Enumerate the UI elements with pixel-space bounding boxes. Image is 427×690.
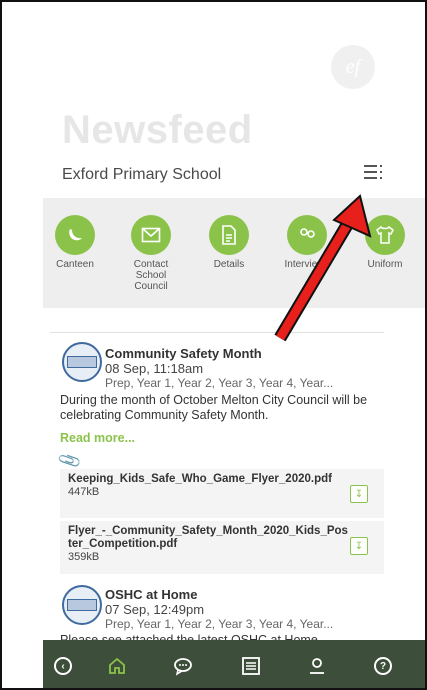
quick-action-details[interactable]: Details: [193, 215, 265, 270]
app-screen: ef Newsfeed Exford Primary School Cantee…: [0, 0, 427, 690]
attachment-item[interactable]: Keeping_Kids_Safe_Who_Game_Flyer_2020.pd…: [60, 469, 384, 518]
attachment-size: 447kB: [68, 486, 100, 498]
post-body: During the month of October Melton City …: [60, 393, 368, 422]
school-name: Exford Primary School: [62, 166, 222, 183]
attachment-item[interactable]: Flyer_-_Community_Safety_Month_2020_Kids…: [60, 521, 384, 574]
post-audience: Prep, Year 1, Year 2, Year 3, Year 4, Ye…: [105, 376, 334, 390]
download-icon[interactable]: ↧: [350, 485, 368, 503]
mail-icon: [131, 215, 171, 255]
help-icon[interactable]: ?: [371, 654, 395, 678]
home-icon[interactable]: [105, 654, 129, 678]
school-logo: ef: [331, 45, 375, 89]
quick-action-label: Details: [213, 259, 245, 270]
post-audience: Prep, Year 1, Year 2, Year 3, Year 4, Ye…: [105, 617, 334, 631]
attachment-name: Flyer_-_Community_Safety_Month_2020_Kids…: [68, 525, 348, 550]
attachment-size: 359kB: [68, 551, 100, 563]
quick-action-label: Contact School Council: [133, 259, 169, 292]
chat-icon[interactable]: [171, 654, 195, 678]
document-icon: [209, 215, 249, 255]
quick-action-label: Canteen: [56, 259, 94, 270]
quick-actions-bar: Canteen Contact School Council Details I…: [43, 198, 425, 308]
read-more-link[interactable]: Read more...: [60, 431, 135, 445]
back-icon[interactable]: ‹: [51, 654, 75, 678]
quick-action-uniform[interactable]: Uniform: [349, 215, 421, 270]
uniform-icon: [365, 215, 405, 255]
page-title: Newsfeed: [62, 108, 253, 152]
post-title: Community Safety Month: [105, 346, 262, 361]
quick-action-interviews[interactable]: Interviews: [271, 215, 343, 270]
quick-action-contact-council[interactable]: Contact School Council: [115, 215, 187, 292]
school-avatar: [62, 342, 102, 382]
list-icon[interactable]: [239, 654, 263, 678]
post-time: 07 Sep, 12:49pm: [105, 602, 205, 617]
post-time: 08 Sep, 11:18am: [105, 361, 204, 376]
quick-action-label: Interviews: [284, 259, 330, 270]
quick-action-label: Uniform: [367, 259, 403, 270]
divider: [50, 332, 384, 333]
post-title: OSHC at Home: [105, 587, 198, 602]
profile-icon[interactable]: [305, 654, 329, 678]
attachment-name: Keeping_Kids_Safe_Who_Game_Flyer_2020.pd…: [68, 473, 332, 485]
quick-action-canteen[interactable]: Canteen: [39, 215, 111, 270]
school-avatar: [62, 585, 102, 625]
canteen-icon: [55, 215, 95, 255]
menu-icon[interactable]: [364, 165, 384, 183]
download-icon[interactable]: ↧: [350, 537, 368, 555]
interviews-icon: [287, 215, 327, 255]
bottom-navigation: ‹ ?: [43, 640, 425, 688]
